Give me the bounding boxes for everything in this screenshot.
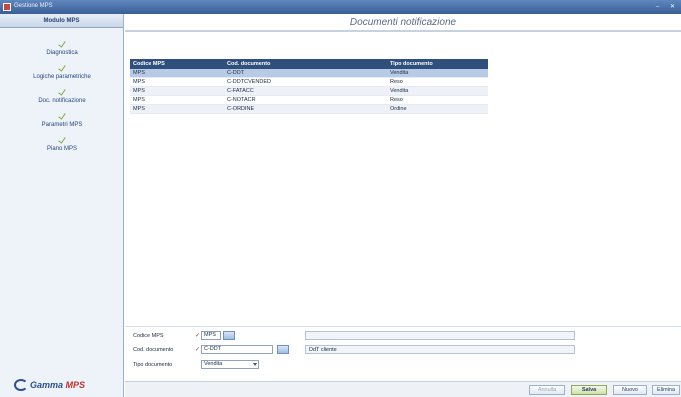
codice-mps-description	[305, 331, 575, 340]
sidebar-item-doc-notificazione[interactable]: Doc. notificazione	[0, 88, 124, 104]
cell-cod-documento: C-FATACC	[227, 88, 254, 94]
column-header-tipo-documento[interactable]: Tipo documento	[390, 61, 433, 67]
cod-documento-description-text: DdT cliente	[309, 347, 337, 353]
app-icon	[3, 3, 11, 11]
sidebar-item-label: Logiche parametriche	[33, 74, 91, 80]
elimina-button[interactable]: Elimina	[652, 385, 680, 395]
required-check-icon: ✓	[195, 333, 201, 339]
documents-table: Codice MPS Cod. documento Tipo documento…	[130, 59, 488, 114]
sidebar-item-logiche-parametriche[interactable]: Logiche parametriche	[0, 64, 124, 80]
cell-cod-documento: C-ORDINE	[227, 106, 255, 112]
tipo-documento-label: Tipo documento	[133, 362, 173, 368]
cell-codice-mps: MPS	[133, 70, 145, 76]
company-logo: Gamma MPS	[14, 377, 120, 393]
minimize-button[interactable]: –	[651, 2, 664, 12]
check-icon	[58, 88, 66, 96]
check-icon	[58, 136, 66, 144]
check-icon	[58, 40, 66, 48]
chevron-down-icon	[253, 363, 257, 366]
detail-form: Codice MPS ✓ MPS Cod. documento ✓ C-DDT …	[125, 326, 681, 373]
cell-cod-documento: C-DDT	[227, 70, 245, 76]
check-icon	[58, 112, 66, 120]
page-title: Documenti notificazione	[125, 14, 681, 32]
sidebar-item-diagnostica[interactable]: Diagnostica	[0, 40, 124, 56]
cell-tipo-documento: Vendita	[390, 70, 409, 76]
table-row[interactable]: MPS C-DDT Vendita	[130, 69, 488, 78]
cell-tipo-documento: Reso	[390, 97, 403, 103]
sidebar-item-parametri-mps[interactable]: Parametri MPS	[0, 112, 124, 128]
table-header: Codice MPS Cod. documento Tipo documento	[130, 59, 488, 69]
cod-documento-description: DdT cliente	[305, 345, 575, 354]
annulla-button[interactable]: Annulla	[529, 385, 565, 395]
cell-codice-mps: MPS	[133, 88, 145, 94]
table-row[interactable]: MPS C-FATACC Vendita	[130, 87, 488, 96]
cell-tipo-documento: Vendita	[390, 88, 409, 94]
tipo-documento-value: Vendita	[204, 361, 223, 367]
table-row[interactable]: MPS C-DDTCVENDED Reso	[130, 78, 488, 87]
sidebar-item-label: Doc. notificazione	[38, 98, 86, 104]
column-header-cod-documento[interactable]: Cod. documento	[227, 61, 270, 67]
cell-cod-documento: C-DDTCVENDED	[227, 79, 271, 85]
required-check-icon: ✓	[195, 347, 201, 353]
cod-documento-label: Cod. documento	[133, 347, 174, 353]
close-button[interactable]: ✕	[666, 2, 679, 12]
codice-mps-lookup-icon[interactable]	[223, 331, 235, 340]
tipo-documento-select[interactable]: Vendita	[201, 360, 259, 369]
cell-codice-mps: MPS	[133, 106, 145, 112]
window-title: Gestione MPS	[14, 3, 53, 9]
cod-documento-field[interactable]: C-DDT	[201, 345, 273, 354]
cell-tipo-documento: Ordine	[390, 106, 407, 112]
sidebar: Modulo MPS Diagnostica Logiche parametri…	[0, 14, 124, 397]
action-bar: Annulla Salva Nuovo Elimina	[125, 381, 681, 397]
window-titlebar: Gestione MPS – ✕	[0, 0, 681, 14]
sidebar-item-label: Diagnostica	[46, 50, 78, 56]
sidebar-header: Modulo MPS	[0, 14, 123, 28]
sidebar-item-piano-mps[interactable]: Piano MPS	[0, 136, 124, 152]
logo-text: Gamma MPS	[30, 380, 86, 390]
table-row[interactable]: MPS C-NOTACR Reso	[130, 96, 488, 105]
check-icon	[58, 64, 66, 72]
salva-button[interactable]: Salva	[571, 385, 607, 395]
cell-cod-documento: C-NOTACR	[227, 97, 256, 103]
cell-codice-mps: MPS	[133, 79, 145, 85]
cell-codice-mps: MPS	[133, 97, 145, 103]
codice-mps-field[interactable]: MPS	[201, 331, 221, 340]
cod-documento-lookup-icon[interactable]	[277, 345, 289, 354]
nuovo-button[interactable]: Nuovo	[613, 385, 647, 395]
cell-tipo-documento: Reso	[390, 79, 403, 85]
sidebar-item-label: Parametri MPS	[41, 122, 83, 128]
codice-mps-label: Codice MPS	[133, 333, 164, 339]
sidebar-item-label: Piano MPS	[46, 146, 77, 152]
logo-mark	[14, 379, 28, 391]
column-header-codice-mps[interactable]: Codice MPS	[133, 61, 165, 67]
table-row[interactable]: MPS C-ORDINE Ordine	[130, 105, 488, 114]
